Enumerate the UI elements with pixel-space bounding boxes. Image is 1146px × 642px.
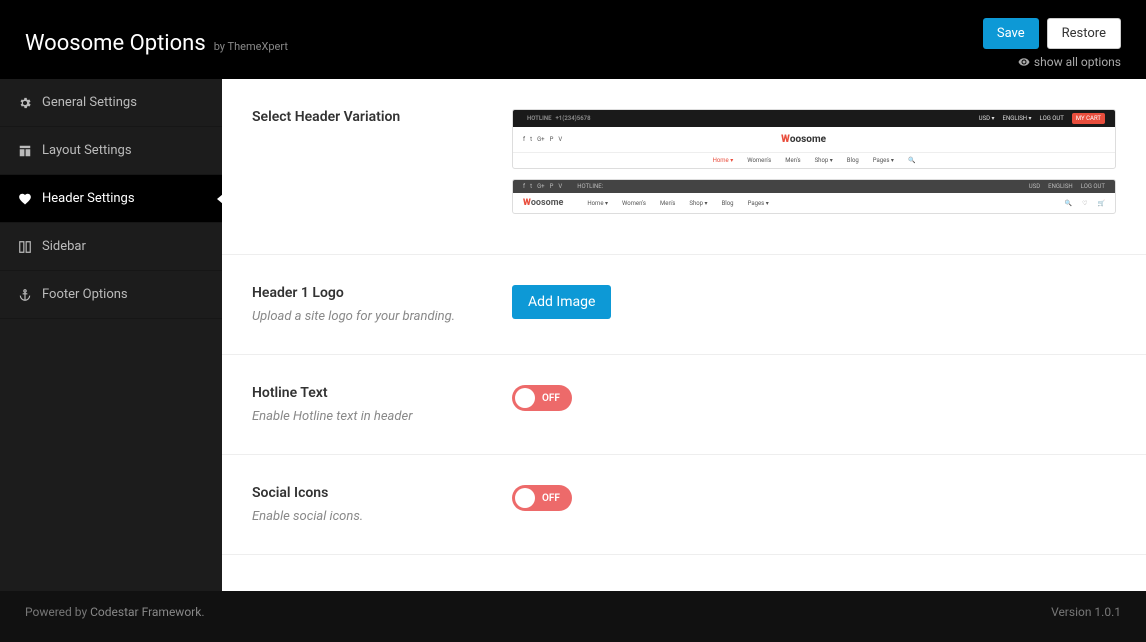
brand-logo: Woosome — [781, 134, 826, 145]
sidebar-item-layout[interactable]: Layout Settings — [0, 127, 222, 175]
option-title: Select Header Variation — [252, 109, 512, 125]
option-header-variation: Select Header Variation HOTLINE+1(234)56… — [222, 79, 1146, 255]
toggle-state: OFF — [542, 393, 560, 404]
sidebar-item-general[interactable]: General Settings — [0, 79, 222, 127]
sidebar-label: Layout Settings — [42, 143, 132, 158]
option-hotline-text: Hotline Text Enable Hotline text in head… — [222, 355, 1146, 455]
brand-logo: Woosome — [523, 198, 563, 208]
gear-icon — [18, 96, 32, 110]
option-description: Upload a site logo for your branding. — [252, 309, 512, 324]
restore-button[interactable]: Restore — [1047, 18, 1121, 49]
sidebar-item-footer[interactable]: Footer Options — [0, 271, 222, 319]
toggle-knob — [515, 488, 535, 508]
option-social-icons: Social Icons Enable social icons. OFF — [222, 455, 1146, 555]
options-header: Woosome Options by ThemeXpert Save Resto… — [0, 0, 1146, 79]
eye-icon — [1018, 56, 1030, 68]
toggle-state: OFF — [542, 493, 560, 504]
heart-icon — [18, 192, 32, 206]
panel-title: Woosome Options — [25, 31, 206, 56]
option-header-logo: Header 1 Logo Upload a site logo for you… — [222, 255, 1146, 355]
option-description: Enable social icons. — [252, 509, 512, 524]
header-variation-picker: HOTLINE+1(234)5678 USD ▾ ENGLISH ▾ LOG O… — [512, 109, 1116, 224]
sidebar-label: General Settings — [42, 95, 137, 110]
header-title-group: Woosome Options by ThemeXpert — [25, 31, 288, 56]
framework-link[interactable]: Codestar Framework — [90, 605, 201, 619]
sidebar-item-sidebar[interactable]: Sidebar — [0, 223, 222, 271]
header-variation-1[interactable]: HOTLINE+1(234)5678 USD ▾ ENGLISH ▾ LOG O… — [512, 109, 1116, 169]
header-variation-2[interactable]: ftG+PVHOTLINE: USDENGLISHLOG OUT Woosome… — [512, 179, 1116, 214]
add-image-button[interactable]: Add Image — [512, 285, 611, 319]
save-button[interactable]: Save — [983, 18, 1039, 49]
version-label: Version 1.0.1 — [1051, 605, 1121, 619]
heart-icon: ♡ — [1082, 200, 1087, 207]
header-actions: Save Restore show all options — [983, 18, 1121, 69]
options-content: Select Header Variation HOTLINE+1(234)56… — [222, 79, 1146, 591]
panel-byline: by ThemeXpert — [214, 40, 288, 53]
hotline-toggle[interactable]: OFF — [512, 385, 572, 411]
sidebar-label: Sidebar — [42, 239, 86, 254]
columns-icon — [18, 240, 32, 254]
sidebar-label: Footer Options — [42, 287, 128, 302]
show-all-options-link[interactable]: show all options — [1018, 55, 1121, 69]
search-icon: 🔍 — [908, 157, 915, 164]
sidebar-item-header[interactable]: Header Settings — [0, 175, 222, 223]
option-title: Hotline Text — [252, 385, 512, 401]
anchor-icon — [18, 288, 32, 302]
powered-by: Powered by Codestar Framework. — [25, 605, 205, 619]
cart-icon: MY CART — [1072, 113, 1105, 124]
option-description: Enable Hotline text in header — [252, 409, 512, 424]
sidebar-nav: General Settings Layout Settings Header … — [0, 79, 222, 591]
toggle-knob — [515, 388, 535, 408]
sidebar-label: Header Settings — [42, 191, 135, 206]
option-title: Header 1 Logo — [252, 285, 512, 301]
social-toggle[interactable]: OFF — [512, 485, 572, 511]
options-footer: Powered by Codestar Framework. Version 1… — [0, 591, 1146, 633]
option-title: Social Icons — [252, 485, 512, 501]
social-icons-preview: ftG+PV — [523, 136, 562, 143]
search-icon: 🔍 — [1065, 200, 1072, 207]
layout-icon — [18, 144, 32, 158]
cart-icon: 🛒 — [1098, 200, 1105, 207]
